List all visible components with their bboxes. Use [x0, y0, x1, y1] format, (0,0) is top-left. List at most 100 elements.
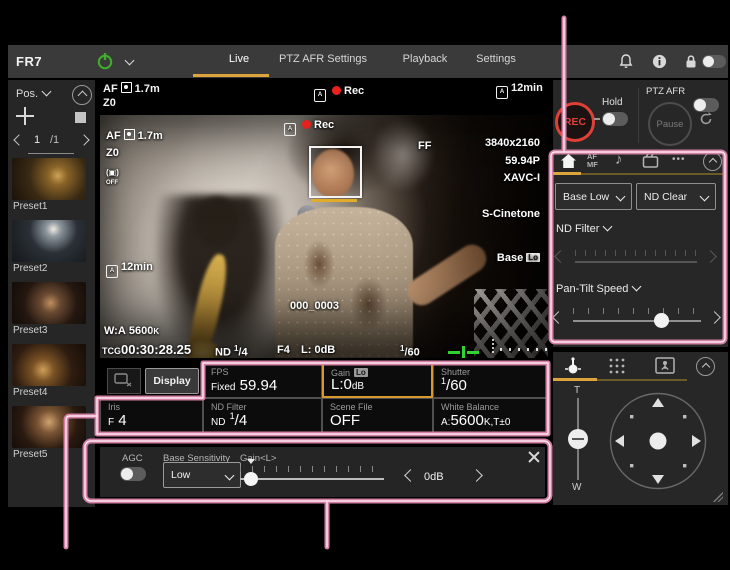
- gain-slider-track[interactable]: [240, 478, 384, 480]
- tile-nd-filter[interactable]: ND Filter ND 1/4: [203, 398, 322, 433]
- close-icon[interactable]: [528, 451, 540, 463]
- tile-shutter-num: 1: [441, 376, 446, 386]
- af-mf-icon[interactable]: AF MF: [587, 153, 598, 168]
- live-video-viewport[interactable]: AF1.7m Z0 (▣)OFF ARec FF 3840x2160 59.94…: [100, 115, 548, 358]
- tile-gain[interactable]: GainLo L:0dB: [322, 363, 433, 398]
- add-preset-button[interactable]: [16, 107, 34, 125]
- tile-fps-prefix: Fixed: [211, 382, 235, 393]
- sidebar-collapse-button[interactable]: [72, 85, 92, 105]
- chevron-down-icon: [603, 222, 613, 232]
- stop-button[interactable]: [75, 112, 86, 123]
- home-icon[interactable]: [560, 153, 577, 169]
- joystick-icon[interactable]: [563, 356, 583, 376]
- power-icon[interactable]: [96, 52, 114, 70]
- nd-filter-section-label[interactable]: ND Filter: [556, 223, 611, 235]
- gain-slider-thumb[interactable]: [244, 472, 258, 486]
- tile-wb-value: 5600: [450, 412, 483, 429]
- tab-settings[interactable]: Settings: [466, 53, 526, 65]
- pan-tilt-speed-section-label[interactable]: Pan-Tilt Speed: [556, 283, 640, 295]
- tab-ptz-afr-settings[interactable]: PTZ AFR Settings: [278, 53, 368, 65]
- lock-toggle[interactable]: [702, 55, 726, 68]
- gain-decrement-chevron-icon[interactable]: [404, 469, 417, 482]
- base-sensitivity-dropdown[interactable]: Low: [163, 462, 241, 488]
- osd-timecode: TCG00:30:28.25: [102, 342, 191, 357]
- preset-thumbnail-3[interactable]: [12, 282, 86, 324]
- restart-icon[interactable]: [698, 111, 714, 127]
- panel-collapse-button[interactable]: [703, 152, 722, 171]
- tile-fps-label: FPS: [211, 367, 229, 377]
- tile-wb-label: White Balance: [441, 402, 499, 412]
- pager-divider: [28, 153, 74, 154]
- tab-live[interactable]: Live: [215, 53, 263, 65]
- pan-tilt-pad[interactable]: [609, 392, 707, 490]
- trackpad-grid-icon[interactable]: [608, 357, 626, 375]
- osd-rec-status: ARec: [284, 119, 334, 136]
- preset-thumbnail-4[interactable]: [12, 344, 86, 386]
- base-low-dropdown[interactable]: Base Low: [555, 183, 632, 210]
- slider-right-chevron-icon[interactable]: [708, 311, 721, 324]
- tile-fps[interactable]: FPS Fixed 59.94: [203, 363, 322, 398]
- gain-increment-chevron-icon[interactable]: [470, 469, 483, 482]
- info-icon[interactable]: [652, 54, 667, 69]
- prev-page-chevron-icon[interactable]: [13, 134, 24, 145]
- preset-thumbnail-5[interactable]: [12, 406, 86, 448]
- tile-white-balance[interactable]: White Balance A:5600K,T±0: [433, 398, 548, 433]
- preset-label-3: Preset3: [13, 325, 47, 336]
- osd-resolution: 3840x2160: [485, 137, 540, 149]
- zoom-slider-thumb[interactable]: [568, 429, 588, 449]
- osd-nd-num: 1: [234, 344, 238, 353]
- strip-focus-status: AF1.7m: [103, 82, 160, 95]
- power-menu-chevron-icon[interactable]: [125, 56, 135, 66]
- agc-toggle[interactable]: [120, 467, 146, 481]
- rec-dot-icon: [332, 86, 341, 95]
- tile-nd-num: 1: [230, 411, 235, 421]
- osd-nd: ND 1/4: [215, 344, 248, 358]
- hold-toggle[interactable]: [602, 112, 628, 126]
- rec-button[interactable]: REC: [555, 102, 595, 142]
- slider-left-chevron-icon[interactable]: [554, 250, 567, 263]
- lock-icon[interactable]: [684, 54, 698, 69]
- preset-label-2: Preset2: [13, 263, 47, 274]
- base-low-dropdown-value: Base Low: [563, 191, 609, 203]
- ptz-afr-toggle[interactable]: [693, 98, 719, 112]
- tile-iris[interactable]: Iris F 4: [100, 398, 203, 433]
- tile-shutter[interactable]: Shutter 1/60: [433, 363, 548, 398]
- osd-gamma: S-Cinetone: [482, 208, 540, 220]
- strip-rec-label: Rec: [344, 85, 364, 97]
- fr7-web-app: FR7 Live PTZ AFR Settings Playback Setti…: [0, 0, 730, 570]
- osd-wb-suffix: K: [153, 327, 159, 336]
- slider-left-chevron-icon[interactable]: [552, 311, 565, 324]
- pan-tilt-slider-track[interactable]: [573, 320, 701, 322]
- pause-button[interactable]: Pause: [648, 102, 692, 146]
- preset-thumbnail-2[interactable]: [12, 220, 86, 262]
- resize-handle[interactable]: [713, 492, 723, 502]
- slider-right-chevron-icon[interactable]: [704, 250, 717, 263]
- notifications-bell-icon[interactable]: [618, 53, 634, 69]
- nd-clear-dropdown[interactable]: ND Clear: [636, 183, 716, 210]
- next-page-chevron-icon[interactable]: [78, 134, 89, 145]
- display-button[interactable]: Display: [145, 368, 199, 394]
- ptz-afr-label: PTZ AFR: [646, 86, 685, 97]
- osd-shutter-num: 1: [400, 344, 404, 353]
- framing-person-icon[interactable]: [655, 357, 675, 374]
- preset-thumbnail-1[interactable]: [12, 158, 86, 200]
- hold-label: Hold: [602, 97, 623, 108]
- tile-scene-value: OFF: [330, 412, 360, 429]
- more-icon[interactable]: •••: [672, 154, 686, 165]
- nd-slider-track[interactable]: [575, 261, 697, 263]
- audio-note-icon[interactable]: ♪: [615, 151, 623, 168]
- active-tool-underline: [553, 378, 597, 381]
- monitor-off-button[interactable]: [107, 368, 141, 394]
- top-bar: FR7 Live PTZ AFR Settings Playback Setti…: [8, 45, 728, 78]
- osd-base-label: Base: [497, 252, 523, 264]
- tool-underline-track: [597, 379, 687, 381]
- tile-scene-file[interactable]: Scene File OFF: [322, 398, 433, 433]
- osd-wb-prefix: W:A: [104, 325, 126, 337]
- gain-slider-label: Gain<L>: [240, 453, 276, 464]
- pan-tilt-slider-thumb[interactable]: [654, 313, 669, 328]
- steadyshot-off-label: OFF: [106, 180, 118, 186]
- panel-collapse-button[interactable]: [696, 357, 715, 376]
- position-dropdown[interactable]: Pos.: [16, 88, 50, 100]
- media-clapper-icon[interactable]: [642, 153, 659, 168]
- tab-playback[interactable]: Playback: [390, 53, 460, 65]
